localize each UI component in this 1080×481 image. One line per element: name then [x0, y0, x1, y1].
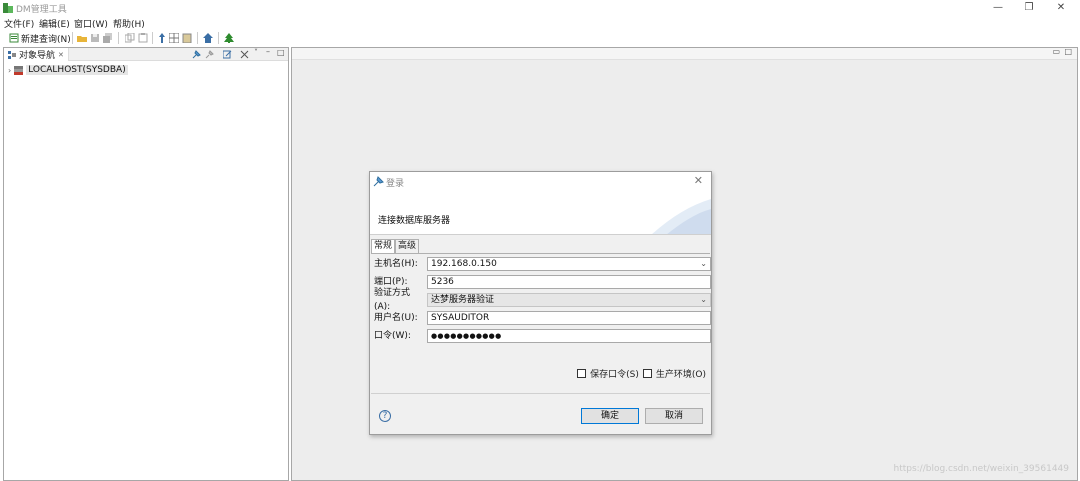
view-menu-chevron-down-icon[interactable]: ˅	[254, 48, 258, 57]
menu-file[interactable]: 文件(F)	[4, 17, 34, 30]
watermark-text: https://blog.csdn.net/weixin_39561449	[893, 464, 1069, 474]
home-icon[interactable]	[203, 33, 213, 43]
chevron-down-icon[interactable]: ⌄	[700, 258, 707, 270]
object-navigator-panel: 对象导航 ✕ ˅ – □ › LOCALHOST(SYSDBA)	[3, 47, 289, 481]
password-value: ●●●●●●●●●●●	[431, 332, 502, 340]
open-folder-icon[interactable]	[77, 33, 87, 43]
dialog-subtitle: 连接数据库服务器	[378, 216, 451, 226]
cancel-button[interactable]: 取消	[645, 408, 703, 424]
navigator-tab-bar: 对象导航 ✕ ˅ – □	[4, 47, 288, 61]
dialog-tabs: 常规 高级	[371, 239, 420, 253]
toolbar-separator	[118, 32, 119, 44]
toolbar-separator	[152, 32, 153, 44]
production-env-checkbox[interactable]	[642, 369, 652, 378]
password-input[interactable]: ●●●●●●●●●●●	[427, 329, 711, 343]
menu-edit[interactable]: 编辑(E)	[39, 17, 70, 30]
password-label: 口令(W):	[374, 331, 411, 341]
username-value: SYSAUDITOR	[431, 313, 490, 323]
toolbar-separator	[218, 32, 219, 44]
username-input[interactable]: SYSAUDITOR	[427, 311, 711, 325]
grid-icon[interactable]	[169, 33, 179, 43]
tree-icon[interactable]	[224, 33, 234, 43]
tree-expander-chevron-right-icon[interactable]: ›	[8, 66, 11, 75]
host-label: 主机名(H):	[374, 259, 418, 269]
production-env-label[interactable]: 生产环境(O)	[656, 367, 706, 380]
collapse-icon[interactable]	[240, 50, 249, 59]
login-dialog: 登录 ✕ 连接数据库服务器 常规 高级 主机名(H): 192.168.0.15…	[369, 171, 712, 435]
editor-minimize-icon[interactable]: ▭	[1052, 47, 1060, 56]
tree-node-localhost[interactable]: › LOCALHOST(SYSDBA)	[8, 64, 128, 76]
save-all-icon[interactable]	[103, 33, 113, 43]
header-banner-graphic	[652, 199, 711, 234]
login-dialog-icon	[373, 176, 384, 187]
host-combobox[interactable]: 192.168.0.150 ⌄	[427, 257, 711, 271]
navigator-icon	[8, 50, 16, 59]
host-row: 主机名(H): 192.168.0.150 ⌄	[374, 257, 711, 271]
pin-icon[interactable]	[157, 33, 167, 43]
editor-maximize-icon[interactable]: □	[1064, 47, 1072, 56]
navigator-tab-close-icon[interactable]: ✕	[58, 51, 64, 59]
tab-advanced[interactable]: 高级	[395, 239, 420, 253]
user-label: 用户名(U):	[374, 313, 418, 323]
maximize-button[interactable]: ❐	[1014, 1, 1044, 15]
toolbar-separator	[197, 32, 198, 44]
port-input[interactable]: 5236	[427, 275, 711, 289]
new-query-button[interactable]: 新建查询(N)	[9, 31, 71, 45]
auth-label: 验证方式(A):	[374, 288, 411, 312]
dialog-form: 主机名(H): 192.168.0.150 ⌄ 端口(P): 5236 验证方式…	[371, 253, 711, 383]
app-logo-icon	[3, 3, 13, 13]
menu-window[interactable]: 窗口(W)	[74, 17, 108, 30]
tab-object-navigator[interactable]: 对象导航 ✕	[4, 48, 69, 61]
editor-area-header: ▭ □	[292, 47, 1077, 60]
save-password-checkbox[interactable]	[577, 369, 587, 378]
title-bar: DM管理工具 — ❐ ✕	[0, 0, 1080, 16]
toolbar-separator	[72, 32, 73, 44]
port-value: 5236	[431, 277, 454, 287]
save-icon[interactable]	[90, 33, 100, 43]
dialog-title: 登录	[386, 179, 405, 189]
disconnect-icon[interactable]	[205, 50, 214, 59]
new-query-label: 新建查询(N)	[21, 34, 71, 45]
copy-icon[interactable]	[125, 33, 135, 43]
help-icon[interactable]: ?	[379, 410, 391, 422]
dialog-header: 登录 ✕ 连接数据库服务器	[370, 172, 711, 235]
chevron-down-icon[interactable]: ⌄	[700, 294, 707, 306]
minimize-view-icon[interactable]: –	[266, 47, 270, 56]
auth-method-select[interactable]: 达梦服务器验证 ⌄	[427, 293, 711, 307]
menu-bar: 文件(F) 编辑(E) 窗口(W) 帮助(H)	[0, 16, 1080, 30]
auth-row: 验证方式(A): 达梦服务器验证 ⌄	[374, 288, 711, 312]
ok-button[interactable]: 确定	[581, 408, 639, 424]
close-window-button[interactable]: ✕	[1046, 1, 1076, 15]
dialog-close-icon[interactable]: ✕	[694, 174, 703, 187]
new-query-icon	[9, 33, 19, 43]
tab-general[interactable]: 常规	[371, 239, 396, 253]
clipboard-icon[interactable]	[182, 33, 192, 43]
edit-icon[interactable]	[223, 50, 232, 59]
database-server-icon	[14, 65, 24, 75]
footer-divider	[371, 393, 710, 394]
window-title: DM管理工具	[16, 5, 67, 15]
options-row: 保存口令(S) 生产环境(O)	[577, 367, 706, 380]
navigator-tab-label: 对象导航	[19, 51, 56, 61]
tree-node-label: LOCALHOST(SYSDBA)	[26, 65, 128, 75]
maximize-view-icon[interactable]: □	[277, 48, 285, 57]
minimize-button[interactable]: —	[983, 1, 1013, 15]
password-row: 口令(W): ●●●●●●●●●●●	[374, 329, 711, 343]
connect-icon[interactable]	[192, 50, 201, 59]
toolbar: 新建查询(N)	[0, 30, 1080, 46]
auth-value: 达梦服务器验证	[431, 295, 495, 305]
paste-icon[interactable]	[138, 33, 148, 43]
user-row: 用户名(U): SYSAUDITOR	[374, 311, 711, 325]
save-password-label[interactable]: 保存口令(S)	[590, 367, 639, 380]
host-value: 192.168.0.150	[431, 259, 497, 269]
menu-help[interactable]: 帮助(H)	[113, 17, 145, 30]
